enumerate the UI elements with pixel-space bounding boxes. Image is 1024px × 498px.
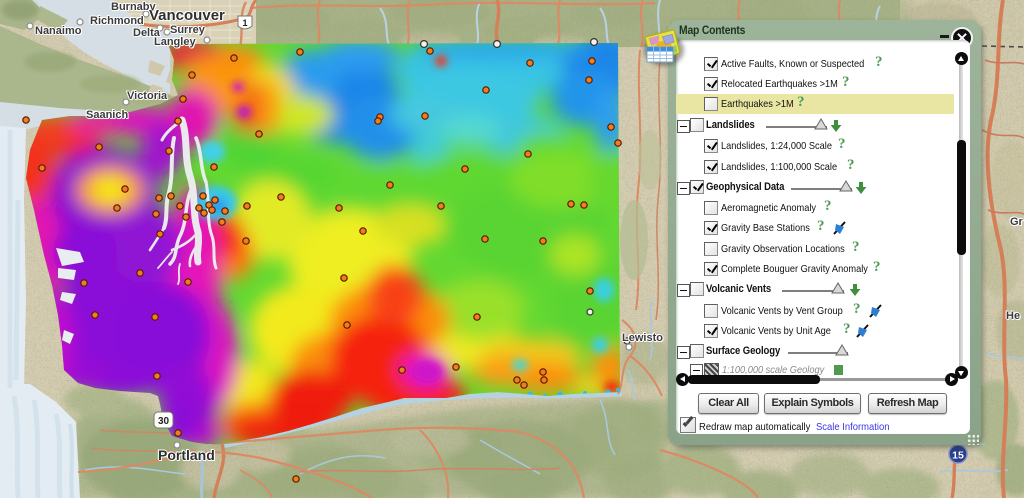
svg-text:15: 15 [952, 450, 964, 462]
svg-text:30: 30 [158, 416, 170, 427]
svg-text:1: 1 [242, 18, 247, 28]
